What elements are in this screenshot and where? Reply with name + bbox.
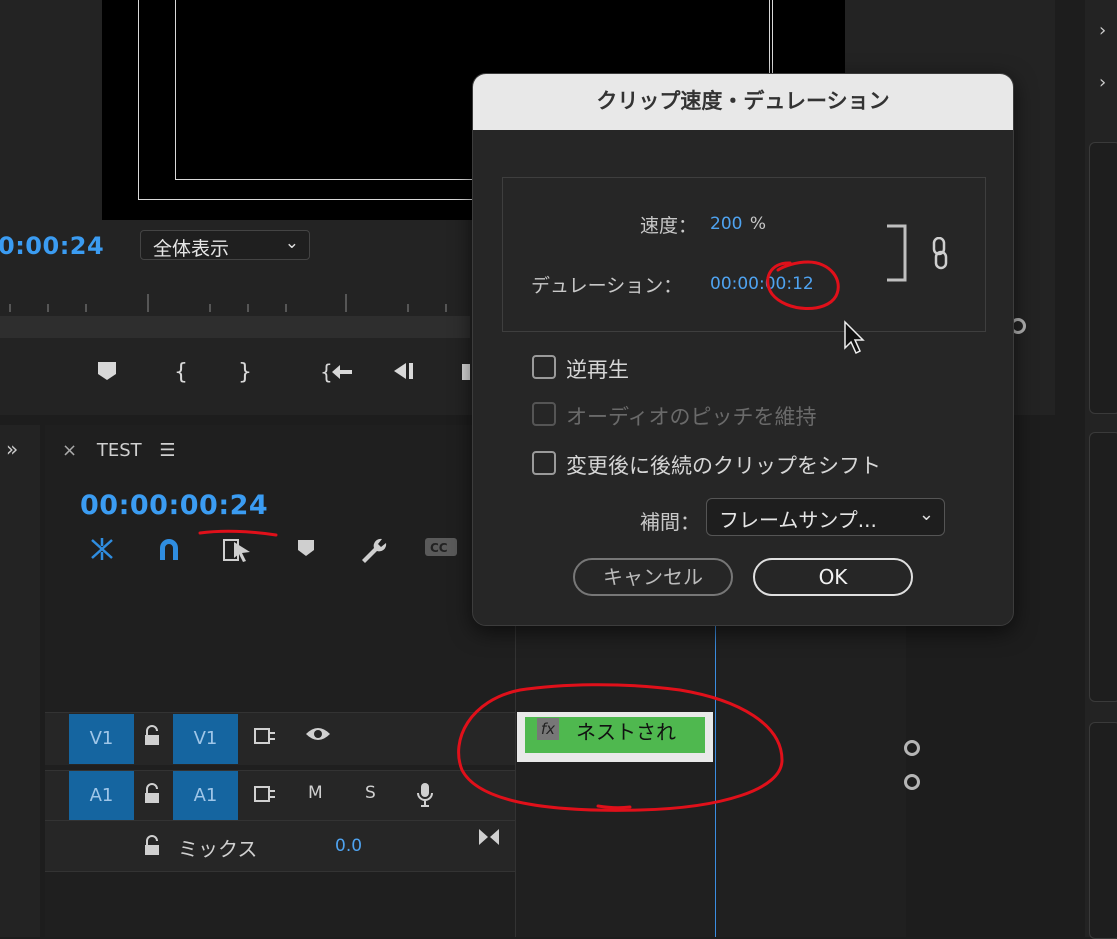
speed-value: 200	[710, 214, 743, 234]
wrench-icon[interactable]	[358, 536, 388, 570]
close-icon[interactable]: ×	[62, 440, 77, 461]
ripple-edit-label: 変更後に後続のクリップをシフト	[566, 454, 881, 478]
reverse-label: 逆再生	[566, 358, 629, 382]
timeline-tab[interactable]: × TEST ☰	[62, 440, 176, 461]
source-patch-v1[interactable]: V1	[69, 714, 134, 764]
sync-lock-icon[interactable]	[253, 783, 277, 810]
track-height-handle[interactable]	[904, 774, 920, 790]
clip-speed-duration-dialog: クリップ速度・デュレーション 速度： 200 % デュレーション： 00:00:…	[472, 73, 1014, 626]
speed-unit: %	[749, 214, 767, 234]
fx-badge-icon[interactable]: fx	[537, 718, 559, 740]
chevron-down-icon: ⌄	[918, 504, 934, 525]
eye-icon[interactable]	[305, 723, 331, 750]
svg-text:{: {	[320, 360, 333, 384]
go-to-in-icon[interactable]: {	[320, 360, 354, 390]
speed-duration-group	[502, 177, 986, 332]
mix-label: ミックス	[178, 837, 258, 861]
mark-in-icon[interactable]: {	[174, 360, 188, 385]
zoom-level-value: 全体表示	[153, 238, 230, 260]
nest-toggle-icon[interactable]	[88, 536, 116, 568]
lock-icon[interactable]	[143, 835, 161, 862]
duration-label: デュレーション：	[531, 275, 683, 297]
interpolation-value: フレームサンプ...	[719, 508, 877, 532]
svg-text:CC: CC	[430, 541, 448, 555]
monitor-time-ruler[interactable]	[0, 286, 470, 316]
captions-icon[interactable]: CC	[424, 536, 458, 564]
expand-chevron-icon[interactable]: ›	[1099, 72, 1106, 93]
mouse-cursor-icon	[843, 320, 869, 360]
track-header-a1: A1 A1 M S	[45, 770, 515, 821]
source-patch-a1[interactable]: A1	[69, 771, 134, 821]
chevron-down-icon: ⌄	[284, 233, 299, 253]
speed-label: 速度：	[640, 215, 698, 237]
monitor-timecode[interactable]: 0:00:24	[0, 232, 104, 260]
media-thumbnail[interactable]	[1089, 432, 1117, 702]
go-to-edit-icon[interactable]	[477, 827, 501, 851]
mix-track-header: ミックス 0.0	[45, 820, 515, 872]
maintain-pitch-checkbox[interactable]	[532, 402, 556, 426]
add-marker-icon[interactable]	[296, 536, 316, 564]
panel-overflow-icon[interactable]: »	[6, 437, 18, 461]
sequence-name: TEST	[96, 440, 142, 461]
dialog-title: クリップ速度・デュレーション	[473, 74, 1013, 130]
clip-label: ネストされ	[576, 720, 676, 744]
microphone-icon[interactable]	[415, 781, 435, 814]
link-bracket	[885, 224, 911, 288]
expand-chevron-icon[interactable]: ›	[1099, 20, 1106, 41]
track-target-a1[interactable]: A1	[173, 771, 238, 821]
snap-icon[interactable]	[156, 536, 182, 568]
media-thumbnail[interactable]	[1089, 722, 1117, 939]
interpolation-select[interactable]: フレームサンプ... ⌄	[706, 498, 945, 536]
link-icon[interactable]	[931, 236, 949, 275]
mark-out-icon[interactable]: }	[238, 360, 252, 385]
cancel-button[interactable]: キャンセル	[573, 558, 733, 596]
duration-input[interactable]: 00:00:00:12	[710, 274, 814, 294]
play-icon[interactable]	[462, 360, 472, 388]
timeline-timecode[interactable]: 00:00:00:24	[80, 490, 268, 521]
panel-menu-icon[interactable]: ☰	[159, 440, 175, 461]
zoom-level-select[interactable]: 全体表示 ⌄	[140, 230, 310, 260]
track-height-handle[interactable]	[904, 740, 920, 756]
ok-button[interactable]: OK	[753, 558, 913, 596]
solo-track-button[interactable]: S	[365, 783, 376, 803]
step-back-icon[interactable]	[392, 360, 418, 388]
sync-lock-icon[interactable]	[253, 725, 277, 752]
mix-volume-value[interactable]: 0.0	[335, 836, 362, 856]
media-thumbnail[interactable]	[1089, 142, 1117, 414]
lock-icon[interactable]	[143, 783, 161, 810]
linked-selection-icon[interactable]	[222, 536, 254, 570]
interpolation-label: 補間：	[640, 510, 700, 534]
speed-input[interactable]: 200 %	[710, 214, 766, 234]
track-header-v1: V1 V1	[45, 712, 515, 765]
right-side-panel: › ›	[1085, 0, 1117, 939]
monitor-scrub-bar[interactable]	[0, 316, 470, 338]
add-marker-icon[interactable]	[96, 360, 118, 388]
maintain-pitch-label: オーディオのピッチを維持	[566, 405, 817, 429]
track-target-v1[interactable]: V1	[173, 714, 238, 764]
project-panel-edge: »	[0, 425, 40, 937]
lock-icon[interactable]	[143, 725, 161, 752]
reverse-checkbox[interactable]	[532, 355, 556, 379]
mute-track-button[interactable]: M	[308, 783, 323, 803]
ripple-edit-checkbox[interactable]	[532, 451, 556, 475]
